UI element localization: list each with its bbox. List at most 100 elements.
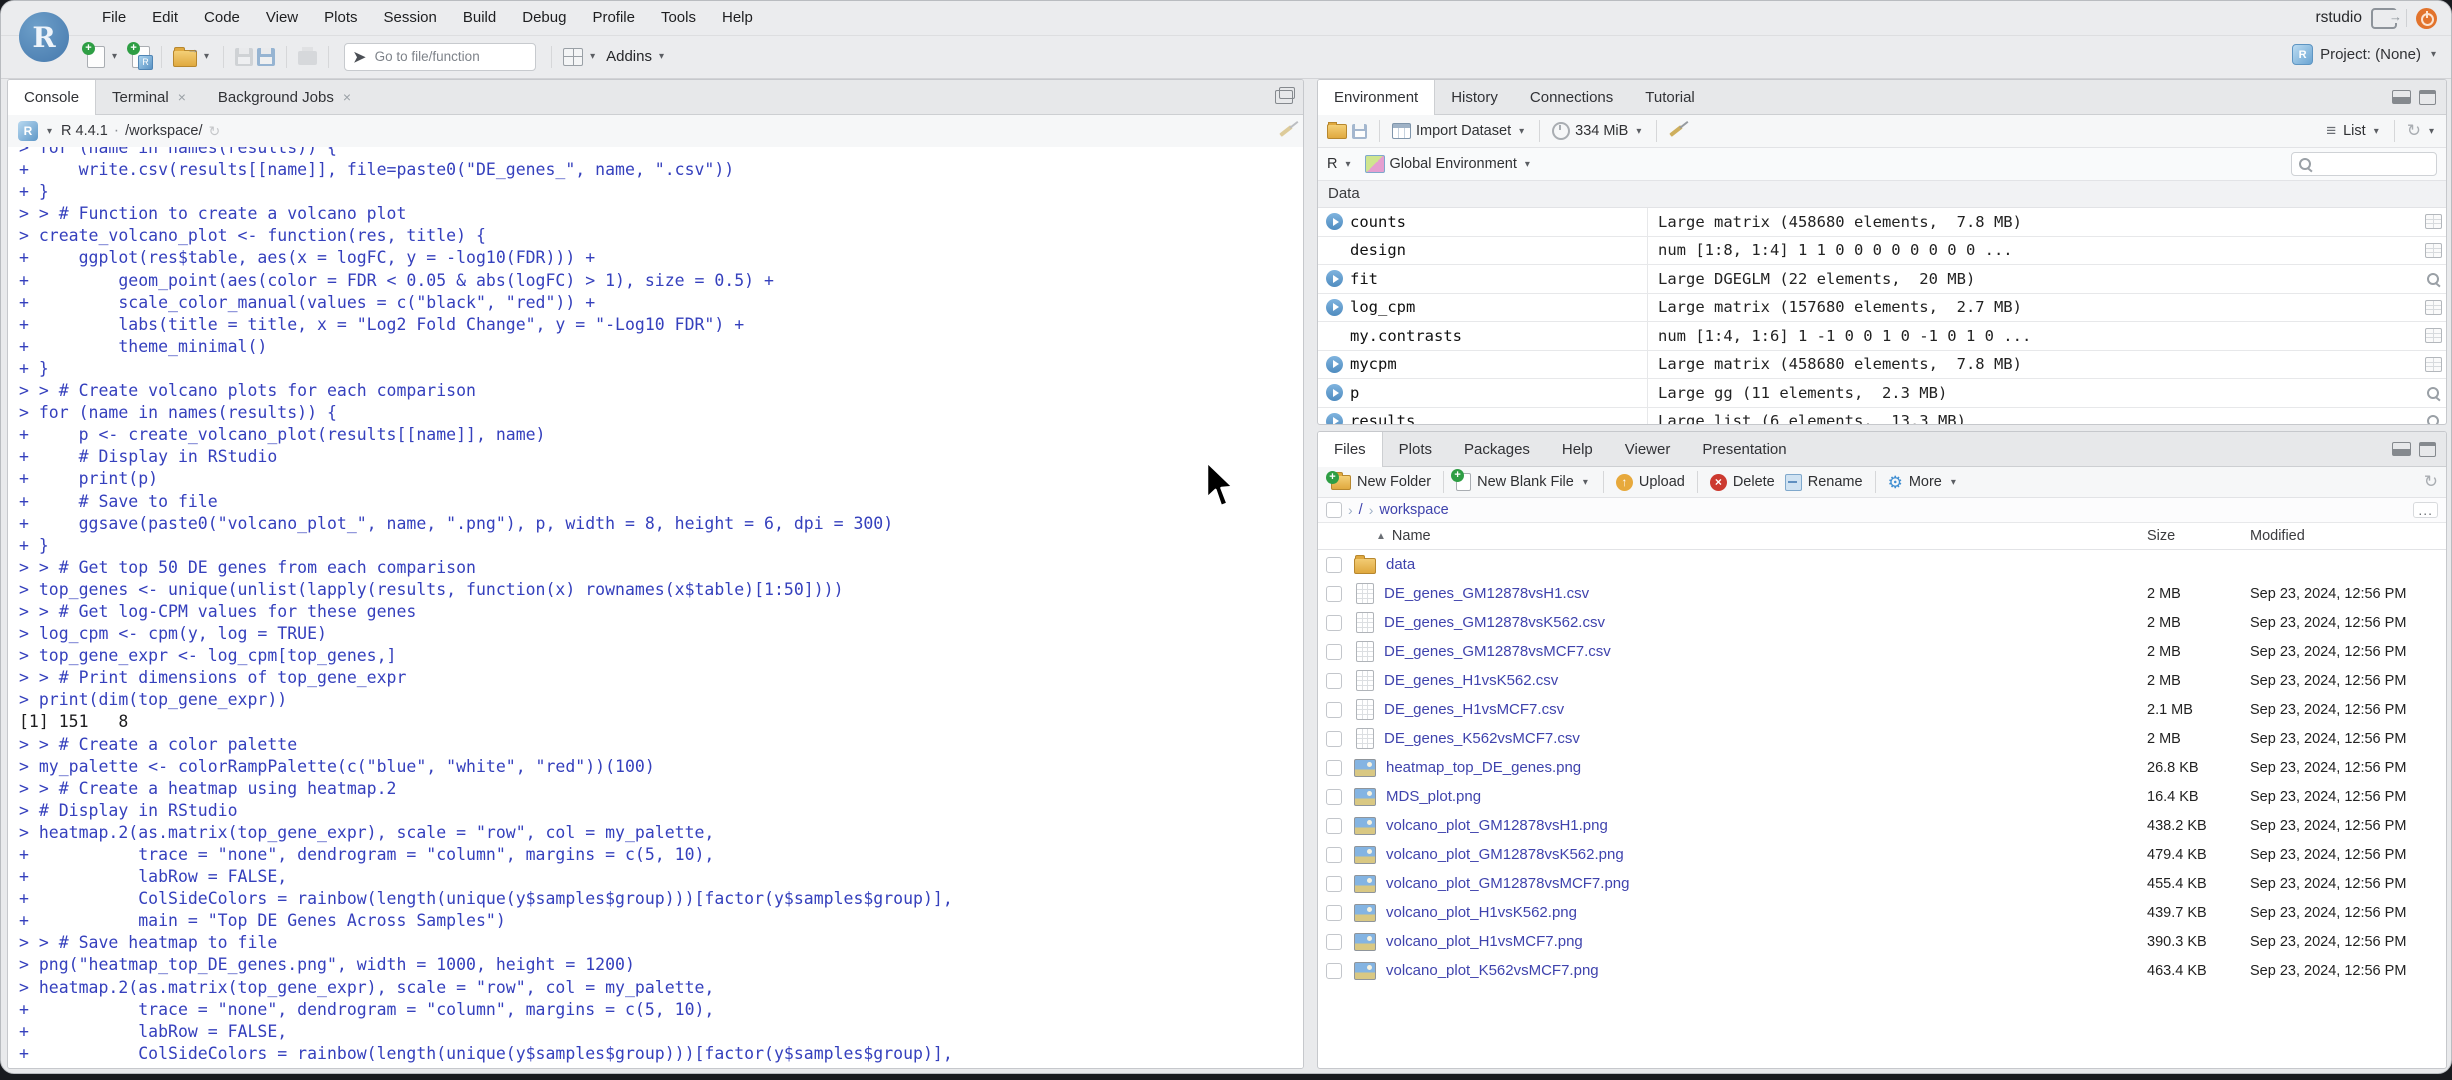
- clear-environment-icon[interactable]: [1669, 125, 1684, 137]
- menu-item[interactable]: Code: [191, 1, 253, 35]
- view-table-icon[interactable]: [2424, 328, 2442, 344]
- file-checkbox[interactable]: [1326, 846, 1342, 863]
- expand-arrow-icon[interactable]: [1326, 355, 1343, 373]
- refresh-files-icon[interactable]: ↻: [2424, 472, 2438, 492]
- breadcrumb-more-button[interactable]: ...: [2413, 502, 2438, 518]
- menu-item[interactable]: Plots: [311, 1, 370, 35]
- file-name-link[interactable]: volcano_plot_H1vsMCF7.png: [1386, 933, 2147, 950]
- new-project-icon[interactable]: + R: [127, 41, 154, 70]
- menu-item[interactable]: Tools: [648, 1, 709, 35]
- file-row[interactable]: volcano_plot_H1vsK562.png 439.7 KB Sep 2…: [1318, 898, 2446, 927]
- file-checkbox[interactable]: [1326, 730, 1342, 747]
- save-all-icon[interactable]: [257, 47, 276, 66]
- file-checkbox[interactable]: [1326, 904, 1342, 921]
- open-file-icon[interactable]: →: [173, 43, 199, 67]
- refresh-icon[interactable]: ↻: [2407, 121, 2421, 141]
- file-row[interactable]: volcano_plot_GM12878vsH1.png 438.2 KB Se…: [1318, 811, 2446, 840]
- inspect-icon[interactable]: [2427, 272, 2439, 285]
- file-checkbox[interactable]: [1326, 962, 1342, 979]
- menu-item[interactable]: Profile: [579, 1, 648, 35]
- print-icon[interactable]: [298, 47, 318, 65]
- maximize-pane-icon[interactable]: [2419, 89, 2436, 105]
- file-row[interactable]: volcano_plot_GM12878vsMCF7.png 455.4 KB …: [1318, 869, 2446, 898]
- panel-tab[interactable]: Environment ×: [1318, 80, 1436, 115]
- breadcrumb-dir-link[interactable]: workspace: [1379, 502, 1448, 518]
- file-checkbox[interactable]: [1326, 614, 1342, 631]
- file-row[interactable]: DE_genes_GM12878vsK562.csv 2 MB Sep 23, …: [1318, 608, 2446, 637]
- file-name-link[interactable]: DE_genes_H1vsMCF7.csv: [1384, 701, 2147, 718]
- environment-row[interactable]: results Large list (6 elements, 13.3 MB): [1318, 407, 2446, 424]
- file-row[interactable]: DE_genes_GM12878vsH1.csv 2 MB Sep 23, 20…: [1318, 579, 2446, 608]
- sign-out-icon[interactable]: →: [2371, 7, 2402, 29]
- expand-arrow-icon[interactable]: [1326, 298, 1343, 316]
- panel-tab[interactable]: History ×: [1435, 80, 1514, 114]
- panel-tab[interactable]: Console ×: [8, 80, 97, 115]
- r-session-dropdown-icon[interactable]: ▾: [47, 126, 52, 137]
- file-name-link[interactable]: data: [1386, 556, 2147, 573]
- select-all-checkbox[interactable]: [1326, 502, 1342, 518]
- file-row[interactable]: data: [1318, 550, 2446, 579]
- expand-arrow-icon[interactable]: [1326, 412, 1343, 424]
- minimize-pane-icon[interactable]: [2392, 442, 2411, 456]
- file-checkbox[interactable]: [1326, 875, 1342, 892]
- panel-tab[interactable]: Help ×: [1546, 432, 1609, 466]
- view-table-icon[interactable]: [2424, 299, 2442, 315]
- file-name-link[interactable]: heatmap_top_DE_genes.png: [1386, 759, 2147, 776]
- environment-row[interactable]: my.contrasts num [1:4, 1:6] 1 -1 0 0 1 0…: [1318, 322, 2446, 351]
- view-table-icon[interactable]: [2424, 356, 2442, 372]
- import-dataset-button[interactable]: Import Dataset: [1416, 123, 1511, 139]
- addins-dropdown-icon[interactable]: ▾: [659, 51, 664, 62]
- menu-item[interactable]: Build: [450, 1, 509, 35]
- environment-search-box[interactable]: [2291, 152, 2437, 176]
- panel-tab[interactable]: Files ×: [1318, 432, 1383, 467]
- expand-arrow-icon[interactable]: [1326, 270, 1343, 288]
- maximize-pane-icon[interactable]: [2419, 441, 2436, 457]
- menu-item[interactable]: Help: [709, 1, 766, 35]
- menu-item[interactable]: Edit: [139, 1, 191, 35]
- column-header-name[interactable]: ▲ Name: [1376, 528, 2147, 544]
- new-folder-button[interactable]: + New Folder: [1326, 470, 1436, 490]
- environment-row[interactable]: p Large gg (11 elements, 2.3 MB): [1318, 379, 2446, 408]
- panel-tab[interactable]: Tutorial ×: [1629, 80, 1710, 114]
- panel-tab[interactable]: Viewer ×: [1609, 432, 1687, 466]
- file-name-link[interactable]: volcano_plot_GM12878vsK562.png: [1386, 846, 2147, 863]
- panel-tab[interactable]: Background Jobs ×: [202, 80, 367, 114]
- addins-button[interactable]: Addins: [606, 48, 652, 65]
- expand-arrow-icon[interactable]: [1326, 384, 1343, 402]
- file-row[interactable]: heatmap_top_DE_genes.png 26.8 KB Sep 23,…: [1318, 753, 2446, 782]
- list-view-button[interactable]: List: [2343, 123, 2366, 139]
- clear-console-icon[interactable]: [1279, 125, 1293, 137]
- file-checkbox[interactable]: [1326, 788, 1342, 805]
- environment-row[interactable]: fit Large DGEGLM (22 elements, 20 MB): [1318, 265, 2446, 294]
- new-file-icon[interactable]: +: [82, 41, 105, 68]
- save-icon[interactable]: [235, 47, 254, 66]
- workspace-panes-icon[interactable]: [563, 47, 584, 66]
- file-name-link[interactable]: MDS_plot.png: [1386, 788, 2147, 805]
- file-checkbox[interactable]: [1326, 643, 1342, 660]
- menu-item[interactable]: View: [253, 1, 311, 35]
- goto-file-input[interactable]: [372, 48, 528, 65]
- environment-row[interactable]: counts Large matrix (458680 elements, 7.…: [1318, 208, 2446, 237]
- file-row[interactable]: volcano_plot_K562vsMCF7.png 463.4 KB Sep…: [1318, 956, 2446, 985]
- file-row[interactable]: MDS_plot.png 16.4 KB Sep 23, 2024, 12:56…: [1318, 782, 2446, 811]
- language-selector[interactable]: R: [1327, 156, 1337, 172]
- view-table-icon[interactable]: [2424, 214, 2442, 230]
- file-checkbox[interactable]: [1326, 933, 1342, 950]
- panel-tab[interactable]: Plots ×: [1383, 432, 1448, 466]
- refresh-dropdown-icon[interactable]: ▾: [2429, 126, 2434, 137]
- memory-dropdown-icon[interactable]: ▾: [1636, 126, 1641, 137]
- list-dropdown-icon[interactable]: ▾: [2374, 126, 2379, 137]
- maximize-pane-icon[interactable]: [1275, 87, 1295, 104]
- quit-session-icon[interactable]: [2416, 7, 2437, 29]
- save-workspace-icon[interactable]: [1352, 123, 1367, 139]
- upload-button[interactable]: ↑ Upload: [1611, 473, 1690, 491]
- file-name-link[interactable]: DE_genes_GM12878vsMCF7.csv: [1384, 643, 2147, 660]
- file-name-link[interactable]: volcano_plot_GM12878vsMCF7.png: [1386, 875, 2147, 892]
- environment-search-input[interactable]: [2317, 155, 2429, 173]
- inspect-icon[interactable]: [2427, 415, 2439, 424]
- menu-item[interactable]: File: [89, 1, 139, 35]
- new-file-dropdown-icon[interactable]: ▾: [112, 51, 117, 62]
- panes-dropdown-icon[interactable]: ▾: [590, 51, 595, 62]
- file-checkbox[interactable]: [1326, 817, 1342, 834]
- file-row[interactable]: DE_genes_K562vsMCF7.csv 2 MB Sep 23, 202…: [1318, 724, 2446, 753]
